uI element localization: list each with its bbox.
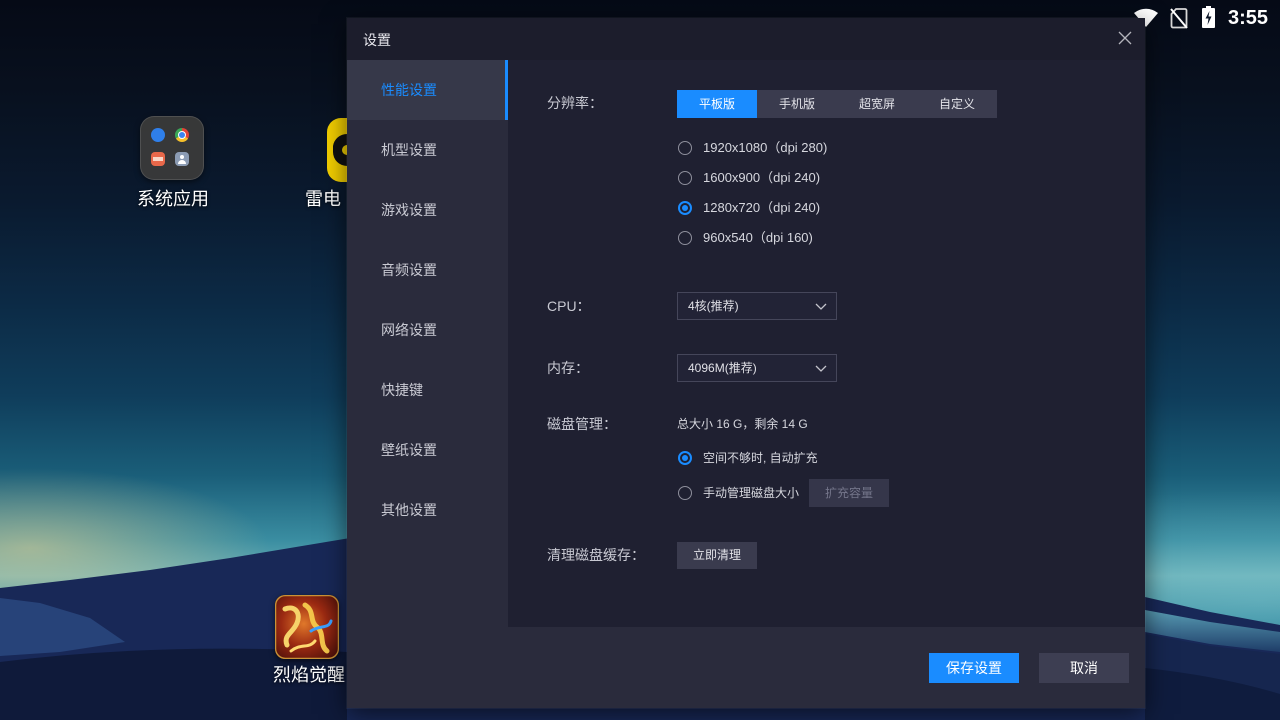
clear-now-button[interactable]: 立即清理 bbox=[677, 542, 757, 569]
radio-label: 空间不够时, 自动扩充 bbox=[703, 451, 818, 465]
radio-button[interactable] bbox=[678, 141, 692, 155]
radio-label: 1280x720（dpi 240) bbox=[703, 200, 821, 215]
sidebar-item-network[interactable]: 网络设置 bbox=[347, 300, 508, 360]
memory-label: 内存： bbox=[547, 360, 589, 376]
cancel-button[interactable]: 取消 bbox=[1039, 653, 1129, 683]
dialog-titlebar[interactable]: 设置 bbox=[347, 18, 1145, 60]
memory-select-value: 4096M(推荐) bbox=[688, 361, 757, 375]
resolution-option-1920[interactable]: 1920x1080（dpi 280) bbox=[678, 138, 827, 158]
expand-capacity-button: 扩充容量 bbox=[809, 479, 889, 507]
radio-label: 1920x1080（dpi 280) bbox=[703, 140, 828, 155]
sidebar-item-game[interactable]: 游戏设置 bbox=[347, 180, 508, 240]
tab-custom[interactable]: 自定义 bbox=[917, 90, 997, 118]
cpu-select-value: 4核(推荐) bbox=[688, 299, 739, 313]
settings-dialog: 设置 性能设置 机型设置 游戏设置 音频设置 网络设置 快捷键 壁纸设置 其他设… bbox=[347, 18, 1145, 708]
dialog-footer: 保存设置 取消 bbox=[347, 627, 1145, 708]
game-label[interactable]: 烈焰觉醒 bbox=[273, 664, 345, 686]
resolution-option-960[interactable]: 960x540（dpi 160) bbox=[678, 228, 813, 248]
resolution-option-1600[interactable]: 1600x900（dpi 240) bbox=[678, 168, 820, 188]
game-icon[interactable] bbox=[275, 595, 339, 659]
sidebar-item-other[interactable]: 其他设置 bbox=[347, 480, 508, 540]
resolution-label: 分辨率： bbox=[547, 95, 603, 111]
resolution-option-1280[interactable]: 1280x720（dpi 240) bbox=[678, 198, 820, 218]
chrome-mini-icon bbox=[175, 128, 189, 142]
settings-content: 分辨率： 平板版 手机版 超宽屏 自定义 1920x1080（dpi 280) … bbox=[508, 60, 1145, 627]
chevron-down-icon bbox=[815, 365, 827, 372]
disk-label: 磁盘管理： bbox=[547, 416, 617, 432]
save-button[interactable]: 保存设置 bbox=[929, 653, 1019, 683]
disk-option-auto-expand[interactable]: 空间不够时, 自动扩充 bbox=[678, 448, 818, 468]
system-apps-label[interactable]: 系统应用 bbox=[137, 188, 209, 210]
radio-button[interactable] bbox=[678, 451, 692, 465]
tab-ultrawide[interactable]: 超宽屏 bbox=[837, 90, 917, 118]
radio-button[interactable] bbox=[678, 231, 692, 245]
folder-icon[interactable] bbox=[140, 116, 204, 180]
disk-summary: 总大小 16 G，剩余 14 G bbox=[677, 417, 808, 431]
settings-sidebar: 性能设置 机型设置 游戏设置 音频设置 网络设置 快捷键 壁纸设置 其他设置 bbox=[347, 60, 508, 627]
gallery-mini-icon bbox=[151, 152, 165, 166]
tab-phone[interactable]: 手机版 bbox=[757, 90, 837, 118]
radio-label: 手动管理磁盘大小 bbox=[703, 486, 800, 500]
sidebar-item-wallpaper[interactable]: 壁纸设置 bbox=[347, 420, 508, 480]
radio-button[interactable] bbox=[678, 486, 692, 500]
radio-button[interactable] bbox=[678, 201, 692, 215]
cpu-label: CPU： bbox=[547, 298, 591, 314]
dialog-title: 设置 bbox=[363, 32, 391, 48]
battery-charging-icon bbox=[1202, 6, 1215, 28]
no-sim-icon bbox=[1170, 8, 1188, 29]
sidebar-item-shortcuts[interactable]: 快捷键 bbox=[347, 360, 508, 420]
sidebar-item-audio[interactable]: 音频设置 bbox=[347, 240, 508, 300]
disk-option-manual[interactable]: 手动管理磁盘大小 bbox=[678, 483, 799, 503]
contacts-mini-icon bbox=[175, 152, 189, 166]
memory-select[interactable]: 4096M(推荐) bbox=[677, 354, 837, 382]
radio-button[interactable] bbox=[678, 171, 692, 185]
cpu-select[interactable]: 4核(推荐) bbox=[677, 292, 837, 320]
radio-label: 1600x900（dpi 240) bbox=[703, 170, 821, 185]
radio-label: 960x540（dpi 160) bbox=[703, 230, 813, 245]
ldplayer-label[interactable]: 雷电 bbox=[305, 188, 341, 210]
tab-tablet[interactable]: 平板版 bbox=[677, 90, 757, 118]
sidebar-item-performance[interactable]: 性能设置 bbox=[347, 60, 508, 120]
settings-mini-icon bbox=[151, 128, 165, 142]
chevron-down-icon bbox=[815, 303, 827, 310]
clear-cache-label: 清理磁盘缓存： bbox=[547, 547, 645, 563]
clock: 3:55 bbox=[1227, 7, 1268, 29]
sidebar-item-model[interactable]: 机型设置 bbox=[347, 120, 508, 180]
close-icon[interactable] bbox=[1117, 30, 1133, 46]
